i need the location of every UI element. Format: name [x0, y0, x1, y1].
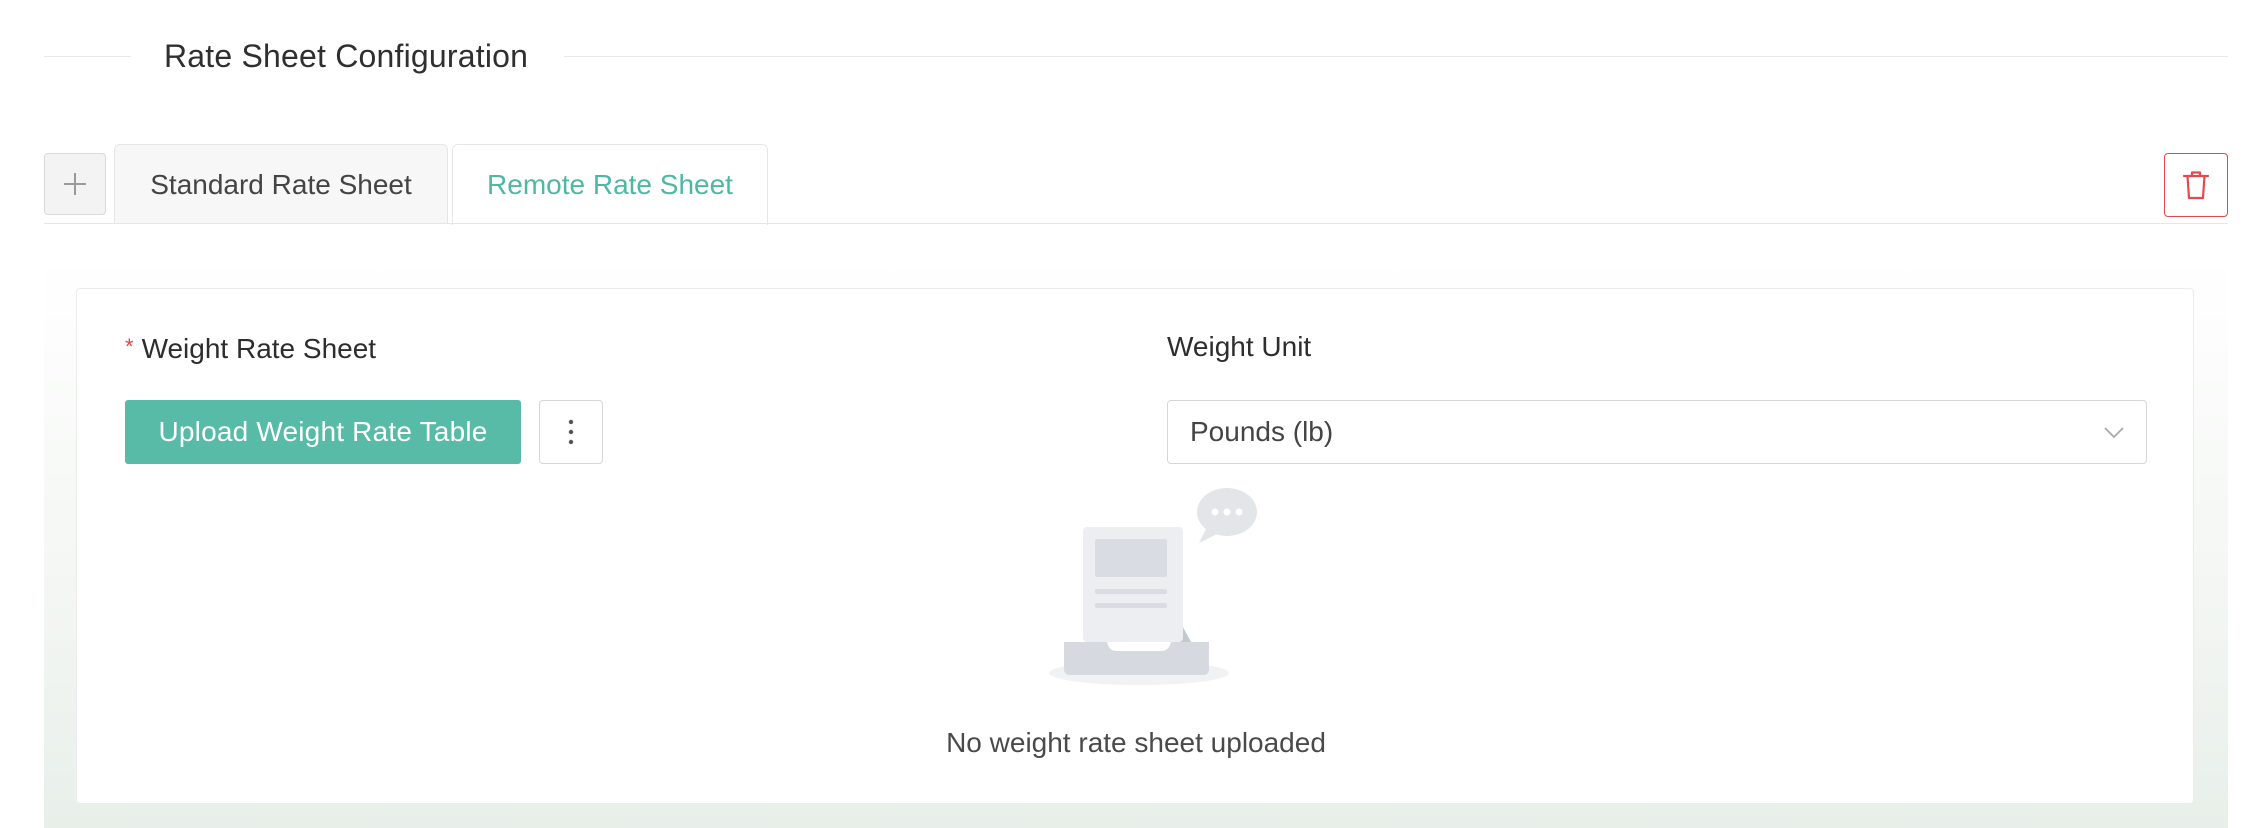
section-header: Rate Sheet Configuration — [44, 28, 2228, 84]
empty-inbox-icon — [1049, 488, 1257, 685]
weight-rate-sheet-label-text: Weight Rate Sheet — [141, 333, 377, 364]
tab-content: * Weight Rate Sheet Upload Weight Rate Ta… — [44, 256, 2228, 828]
upload-weight-rate-table-button[interactable]: Upload Weight Rate Table — [125, 400, 521, 464]
rate-sheet-tabs: Standard Rate Sheet Remote Rate Sheet — [44, 144, 2228, 225]
section-title: Rate Sheet Configuration — [164, 38, 529, 74]
weight-unit-selected-value: Pounds (lb) — [1190, 416, 1334, 447]
divider-left — [44, 56, 131, 57]
delete-button[interactable] — [2164, 153, 2228, 217]
chevron-down-icon — [2104, 427, 2124, 439]
weight-unit-select[interactable]: Pounds (lb) — [1167, 400, 2147, 464]
divider-right — [564, 56, 2228, 57]
more-options-button[interactable] — [539, 400, 603, 464]
tab-remote-rate-sheet[interactable]: Remote Rate Sheet — [452, 144, 768, 225]
plus-icon — [64, 173, 86, 195]
weight-unit-label: Weight Unit — [1167, 331, 1312, 362]
required-marker: * — [125, 334, 134, 359]
tabs-baseline — [44, 223, 2228, 224]
weight-rate-card: * Weight Rate Sheet Upload Weight Rate Ta… — [76, 288, 2194, 804]
vertical-ellipsis-icon — [568, 419, 574, 445]
add-tab-button[interactable] — [44, 153, 106, 215]
tab-standard-rate-sheet[interactable]: Standard Rate Sheet — [114, 144, 448, 224]
weight-rate-sheet-label: * Weight Rate Sheet — [125, 329, 376, 367]
empty-state-message: No weight rate sheet uploaded — [946, 727, 1326, 758]
trash-icon — [2182, 171, 2210, 200]
